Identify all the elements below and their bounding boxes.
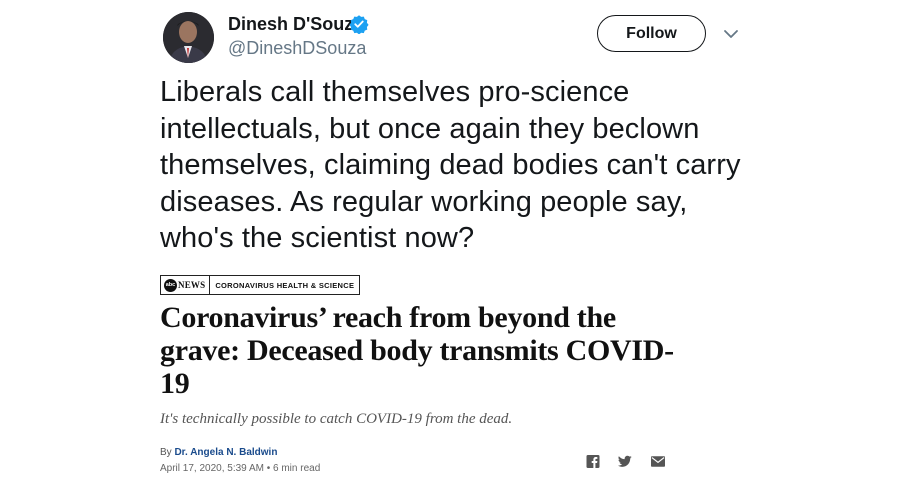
author-name[interactable]: Dinesh D'Souza [228,14,363,35]
article-section[interactable]: CORONAVIRUS HEALTH & SCIENCE [210,281,359,290]
byline-author[interactable]: Dr. Angela N. Baldwin [174,447,277,458]
article-dek: It's technically possible to catch COVID… [160,411,513,427]
byline-prefix: By [160,447,172,458]
author-handle[interactable]: @DineshDSouza [228,38,366,59]
email-icon[interactable] [651,455,665,468]
chevron-down-icon[interactable] [722,27,740,41]
source-tag[interactable]: abc NEWS CORONAVIRUS HEALTH & SCIENCE [160,275,361,295]
twitter-icon[interactable] [618,455,632,468]
avatar[interactable] [163,12,214,63]
verified-badge-icon [349,15,369,34]
dateline: April 17, 2020, 5:39 AM • 6 min read [160,463,321,474]
follow-button[interactable]: Follow [597,15,706,52]
avatar-photo [163,12,214,63]
article-headline[interactable]: Coronavirus’ reach from beyond the grave… [160,301,680,400]
byline: By Dr. Angela N. Baldwin [160,447,277,458]
abc-logo-word: NEWS [178,280,206,290]
tweet-text: Liberals call themselves pro-science int… [160,76,741,254]
abc-logo-mark: abc [164,278,177,292]
abc-news-logo: abc NEWS [161,276,211,294]
facebook-icon[interactable] [586,455,600,468]
